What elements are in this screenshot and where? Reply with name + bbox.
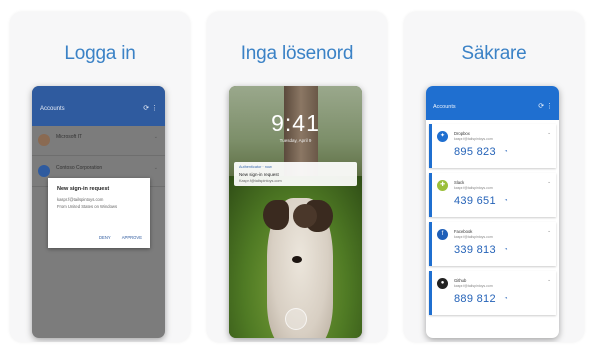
phone-screen-accounts: Accounts ⟳ ⋮ ✦ Dropbox kaspr.f@tailspintoy… xyxy=(426,86,559,338)
app-bar-title: Accounts xyxy=(433,104,456,110)
chevron-down-icon: ⌄ xyxy=(547,228,551,233)
otp-code: 895 823 xyxy=(454,146,496,158)
account-name: Facebook xyxy=(454,229,473,234)
timer-icon: ◔ xyxy=(504,247,508,253)
timer-icon: ◔ xyxy=(504,149,508,155)
chevron-down-icon: ⌄ xyxy=(547,130,551,135)
slack-icon: ✚ xyxy=(437,180,448,191)
chevron-down-icon: ⌄ xyxy=(153,165,158,171)
timer-icon: ◔ xyxy=(504,296,508,302)
account-email: kaspr.f@tailspintoys.com xyxy=(454,284,493,288)
account-name: Microsoft IT xyxy=(56,134,83,140)
app-bar: Accounts ⟳ ⋮ xyxy=(32,86,165,126)
timer-icon: ◔ xyxy=(504,198,508,204)
account-name: Github xyxy=(454,278,467,283)
app-bar-icons: ⟳ ⋮ xyxy=(143,105,158,112)
dialog-actions: DENY APPROVE xyxy=(89,235,142,240)
screenshot-card-sign-in: Logga in Accounts ⟳ ⋮ Microsoft IT ⌄ Con… xyxy=(10,12,190,342)
phone-screen-sign-in: Accounts ⟳ ⋮ Microsoft IT ⌄ Contoso Corp… xyxy=(32,86,165,338)
account-email: kaspr.f@tailspintoys.com xyxy=(454,235,493,239)
account-tile[interactable]: ● Github kaspr.f@tailspintoys.com 889 812 ◔ ⌄ xyxy=(429,271,556,315)
dialog-location: From United States on Windows xyxy=(57,204,118,209)
account-name: Slack xyxy=(454,180,465,185)
approve-button[interactable]: APPROVE xyxy=(122,235,142,240)
deny-button[interactable]: DENY xyxy=(99,235,111,240)
otp-code: 889 812 xyxy=(454,293,496,305)
account-email: kaspr.f@tailspintoys.com xyxy=(454,186,493,190)
chevron-down-icon: ⌄ xyxy=(547,179,551,184)
app-bar-title: Accounts xyxy=(40,106,65,112)
notification-title: New sign-in request xyxy=(239,172,279,177)
app-bar-icons: ⟳ ⋮ xyxy=(538,103,553,110)
facebook-icon: f xyxy=(437,229,448,240)
app-bar: Accounts ⟳ ⋮ xyxy=(426,86,559,120)
account-name: Dropbox xyxy=(454,131,470,136)
account-tile[interactable]: f Facebook kaspr.f@tailspintoys.com 339 813… xyxy=(429,222,556,266)
github-icon: ● xyxy=(437,278,448,289)
account-row: Microsoft IT ⌄ xyxy=(32,126,165,156)
otp-code: 339 813 xyxy=(454,244,496,256)
account-tile[interactable]: ✦ Dropbox kaspr.f@tailspintoys.com 895 823 ◔… xyxy=(429,124,556,168)
dialog-title: New sign-in request xyxy=(57,186,110,192)
chevron-down-icon: ⌄ xyxy=(153,134,158,140)
sign-in-notification[interactable]: Authenticator · now New sign-in request … xyxy=(234,162,357,186)
sign-in-request-dialog: New sign-in request kaspr.f@tailspintoys… xyxy=(48,178,150,248)
card-title: Inga lösenord xyxy=(240,43,354,64)
screenshot-card-passwordless: Inga lösenord 9:41 Tuesday, April 9 Auth… xyxy=(207,12,387,342)
chevron-down-icon: ⌄ xyxy=(547,277,551,282)
avatar xyxy=(38,165,50,177)
dog-nose xyxy=(292,256,302,263)
dog-ear xyxy=(263,200,289,230)
lock-screen-date: Tuesday, April 9 xyxy=(279,138,312,143)
card-title: Säkrare xyxy=(461,43,527,64)
card-title: Logga in xyxy=(64,43,136,64)
notification-app: Authenticator · now xyxy=(239,165,272,169)
otp-code: 439 651 xyxy=(454,195,496,207)
dropbox-icon: ✦ xyxy=(437,131,448,142)
account-tile[interactable]: ✚ Slack kaspr.f@tailspintoys.com 439 651 ◔ ⌄ xyxy=(429,173,556,217)
dialog-email: kaspr.f@tailspintoys.com xyxy=(57,197,104,202)
account-email: kaspr.f@tailspintoys.com xyxy=(454,137,493,141)
avatar xyxy=(38,134,50,146)
account-name: Contoso Corporation xyxy=(56,165,103,171)
dog-eye-patch xyxy=(293,204,317,228)
phone-screen-lock: 9:41 Tuesday, April 9 Authenticator · no… xyxy=(229,86,362,338)
screenshot-card-secure: Säkrare Accounts ⟳ ⋮ ✦ Dropbox kaspr.f@tai… xyxy=(404,12,584,342)
notification-text: Kaspr.f@tailspintoys.com xyxy=(239,179,282,183)
lock-screen-clock: 9:41 xyxy=(271,110,320,136)
fingerprint-icon[interactable] xyxy=(285,308,307,330)
